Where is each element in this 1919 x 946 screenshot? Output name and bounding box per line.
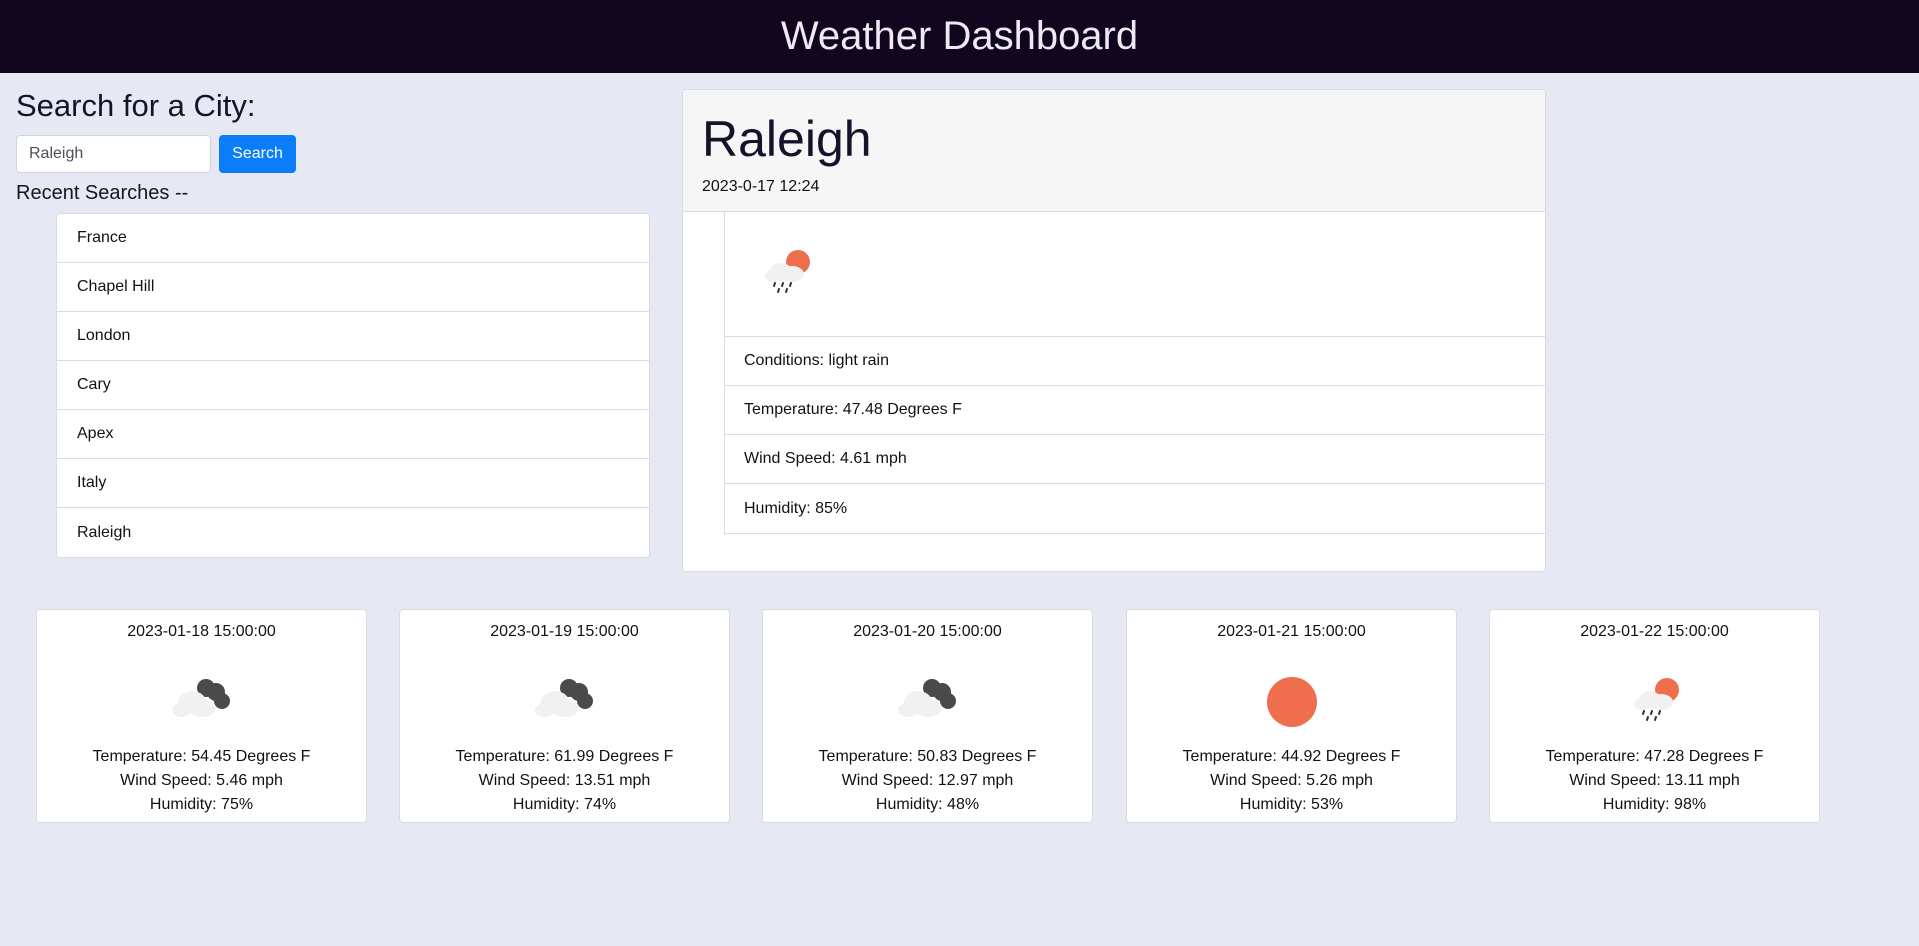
current-weather-card: Raleigh 2023-0-17 12:24 Conditions: ligh…: [682, 89, 1546, 572]
forecast-temperature: Temperature: 61.99 Degrees F: [455, 748, 674, 765]
forecast-temperature: Temperature: 47.28 Degrees F: [1545, 748, 1764, 765]
current-wind-speed: Wind Speed: 4.61 mph: [725, 435, 1545, 484]
recent-search-item[interactable]: Chapel Hill: [57, 263, 649, 312]
recent-searches-list: France Chapel Hill London Cary Apex Ital…: [56, 213, 650, 558]
forecast-card: 2023-01-22 15:00:00 Temperature: 47.28 D…: [1489, 609, 1820, 823]
forecast-humidity: Humidity: 74%: [512, 796, 617, 813]
forecast-card: 2023-01-18 15:00:00 Temperature: 54.45 D…: [36, 609, 367, 823]
forecast-card: 2023-01-20 15:00:00 Temperature: 50.83 D…: [762, 609, 1093, 823]
forecast-wind-speed: Wind Speed: 13.51 mph: [478, 772, 651, 789]
recent-search-item[interactable]: Cary: [57, 361, 649, 410]
forecast-wind-speed: Wind Speed: 12.97 mph: [841, 772, 1014, 789]
city-name: Raleigh: [702, 111, 872, 167]
forecast-temperature: Temperature: 50.83 Degrees F: [818, 748, 1037, 765]
current-weather-header: Raleigh 2023-0-17 12:24: [683, 90, 1545, 212]
broken-clouds-icon: [898, 679, 956, 717]
cloud-sun-rain-icon: [1634, 678, 1679, 721]
recent-search-item[interactable]: Apex: [57, 410, 649, 459]
forecast-humidity: Humidity: 98%: [1602, 796, 1707, 813]
forecast-wind-speed: Wind Speed: 5.46 mph: [120, 772, 283, 789]
forecast-date: 2023-01-20 15:00:00: [853, 623, 1002, 640]
recent-search-item[interactable]: Raleigh: [57, 508, 649, 557]
current-humidity: Humidity: 85%: [744, 499, 848, 517]
search-heading: Search for a City:: [16, 88, 256, 123]
forecast-wind-speed: Wind Speed: 5.26 mph: [1210, 772, 1373, 789]
forecast-date: 2023-01-22 15:00:00: [1580, 623, 1729, 640]
search-button[interactable]: Search: [219, 135, 296, 173]
page-title: Weather Dashboard: [780, 14, 1139, 58]
city-search-input[interactable]: [16, 135, 211, 173]
current-icon-row: [725, 212, 1545, 337]
forecast-humidity: Humidity: 48%: [875, 796, 980, 813]
forecast-card: 2023-01-21 15:00:00 Temperature: 44.92 D…: [1126, 609, 1457, 823]
forecast-temperature: Temperature: 54.45 Degrees F: [92, 748, 311, 765]
forecast-wind-speed: Wind Speed: 13.11 mph: [1569, 772, 1740, 789]
current-conditions: Conditions: light rain: [725, 337, 1545, 386]
app-header: Weather Dashboard: [0, 0, 1919, 73]
broken-clouds-icon: [172, 679, 230, 717]
recent-search-item[interactable]: London: [57, 312, 649, 361]
forecast-card: 2023-01-19 15:00:00 Temperature: 61.99 D…: [399, 609, 730, 823]
clear-sun-icon: [1267, 677, 1317, 727]
forecast-date: 2023-01-18 15:00:00: [127, 623, 276, 640]
cloud-sun-rain-icon: [765, 250, 810, 293]
forecast-temperature: Temperature: 44.92 Degrees F: [1182, 748, 1401, 765]
broken-clouds-icon: [535, 679, 593, 717]
forecast-date: 2023-01-21 15:00:00: [1217, 623, 1366, 640]
current-datetime: 2023-0-17 12:24: [702, 178, 820, 195]
recent-search-item[interactable]: Italy: [57, 459, 649, 508]
forecast-humidity: Humidity: 75%: [149, 796, 254, 813]
recent-search-item[interactable]: France: [57, 214, 649, 263]
recent-searches-label: Recent Searches --: [16, 182, 189, 204]
forecast-date: 2023-01-19 15:00:00: [490, 623, 639, 640]
current-temperature: Temperature: 47.48 Degrees F: [725, 386, 1545, 435]
forecast-humidity: Humidity: 53%: [1239, 796, 1344, 813]
current-weather-details: Conditions: light rain Temperature: 47.4…: [724, 211, 1545, 534]
